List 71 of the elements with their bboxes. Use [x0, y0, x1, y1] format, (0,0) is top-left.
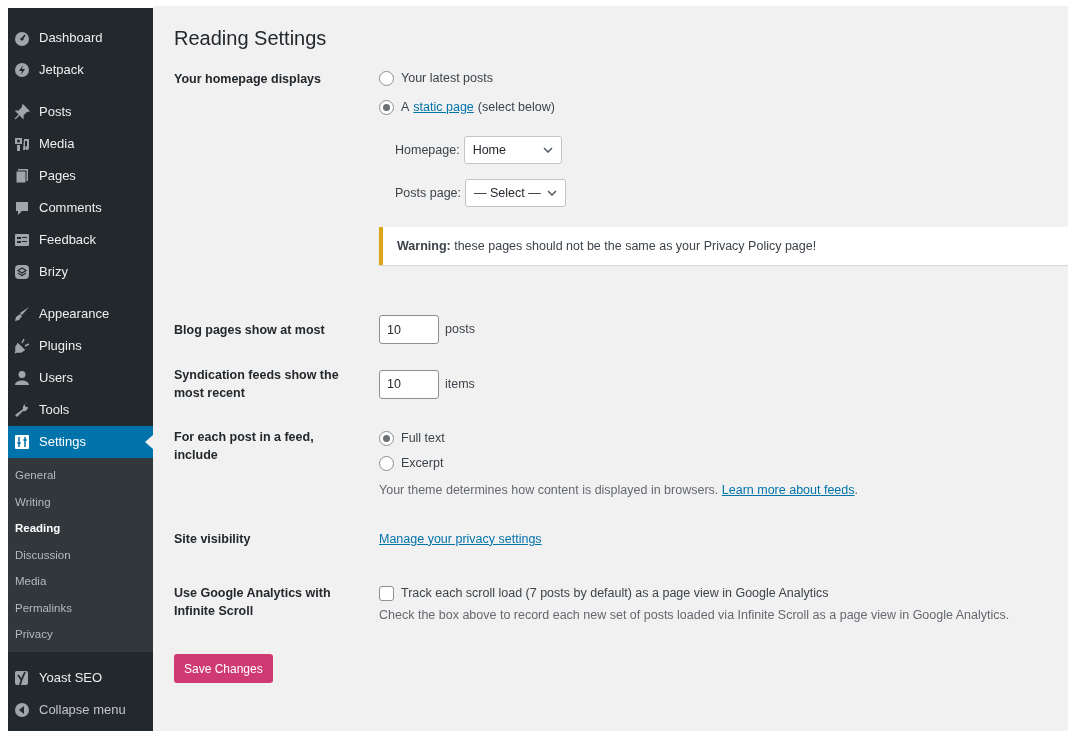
setting-label: Your homepage displays: [174, 71, 323, 88]
bolt-icon: [14, 62, 30, 78]
menu-item[interactable]: Collapse menu: [8, 693, 153, 726]
radio-button[interactable]: [379, 99, 394, 115]
submenu-item[interactable]: Privacy: [8, 621, 153, 648]
plug-icon: [14, 338, 30, 354]
submenu-item[interactable]: Writing: [8, 488, 153, 515]
form-icon: [14, 232, 30, 248]
menu-item[interactable]: Tools: [8, 394, 153, 426]
dropdown[interactable]: — Select —: [465, 179, 566, 207]
description-text: Your theme determines how content is displayed in browsers. Learn more about feeds.: [379, 482, 859, 499]
unit-label: posts: [445, 321, 475, 339]
menu-item[interactable]: Dashboard: [8, 22, 153, 54]
menu-item[interactable]: Comments: [8, 192, 153, 224]
radio-button[interactable]: [379, 455, 394, 471]
user-icon: [14, 370, 30, 386]
layers-icon: [14, 264, 30, 280]
field-label: Posts page:: [395, 184, 461, 202]
page-title: Reading Settings: [174, 26, 328, 51]
checkbox-label: Track each scroll load (7 posts by default) as a page view in Google Analytics: [401, 585, 829, 603]
chevron-down-icon: [542, 147, 553, 153]
radio-button[interactable]: [379, 430, 394, 446]
chevron-down-icon: [546, 190, 557, 196]
option-label: Excerpt: [401, 454, 444, 472]
setting-label: For each post in a feed, include: [174, 429, 315, 464]
dropdown[interactable]: Home: [463, 136, 562, 164]
menu-item[interactable]: Plugins: [8, 330, 153, 362]
radio-button[interactable]: [379, 70, 394, 86]
menu-item[interactable]: Posts: [8, 96, 153, 128]
pages-icon: [14, 168, 30, 184]
submenu-item[interactable]: General: [8, 462, 153, 489]
submenu-item[interactable]: Media: [8, 568, 153, 595]
save-changes-button[interactable]: Save Changes: [174, 654, 273, 684]
setting-label: Syndication feeds show the most recent: [174, 367, 340, 402]
submenu-item[interactable]: Discussion: [8, 541, 153, 568]
submenu-item[interactable]: Reading: [8, 515, 153, 542]
option-label: Your latest posts: [401, 69, 493, 87]
setting-label: Site visibility: [174, 530, 252, 548]
submenu-item[interactable]: Permalinks: [8, 594, 153, 621]
number-field[interactable]: 10: [379, 315, 439, 344]
menu-item[interactable]: Settings: [8, 426, 153, 458]
option-label: Full text: [401, 429, 445, 447]
speech-bubble-icon: [14, 200, 30, 216]
brush-icon: [14, 306, 30, 322]
setting-label: Blog pages show at most: [174, 321, 326, 339]
static-page-link[interactable]: static page: [413, 97, 474, 117]
option-label: A: [401, 98, 410, 116]
menu-item[interactable]: Yoast SEO: [8, 661, 153, 694]
menu-item[interactable]: Appearance: [8, 298, 153, 330]
privacy-settings-link[interactable]: Manage your privacy settings: [379, 531, 542, 546]
pin-icon: [14, 104, 30, 120]
menu-item[interactable]: Jetpack: [8, 54, 153, 86]
option-label: (select below): [477, 98, 555, 116]
y-logo-icon: [14, 669, 30, 686]
learn-more-link[interactable]: Learn more about feeds: [721, 483, 855, 497]
menu-item[interactable]: Brizy: [8, 256, 153, 288]
wrench-icon: [14, 402, 30, 418]
unit-label: items: [445, 375, 475, 393]
menu-item[interactable]: Users: [8, 362, 153, 394]
checkbox[interactable]: [379, 586, 394, 601]
number-field[interactable]: 10: [379, 369, 439, 399]
setting-label: Use Google Analytics with Infinite Scroll: [174, 584, 332, 620]
menu-item[interactable]: Pages: [8, 160, 153, 192]
description-text: Check the box above to record each new set of posts loaded via Infinite Scroll as a page view in Google Analytics.: [379, 606, 1011, 624]
menu-item[interactable]: Media: [8, 128, 153, 160]
gauge-icon: [14, 30, 30, 46]
media-icon: [14, 136, 30, 152]
field-label: Homepage:: [395, 141, 460, 159]
warning-notice: Warning: these pages should not be the same as your Privacy Policy page!: [379, 227, 1068, 265]
menu-item[interactable]: Feedback: [8, 224, 153, 256]
sliders-icon: [14, 434, 30, 450]
